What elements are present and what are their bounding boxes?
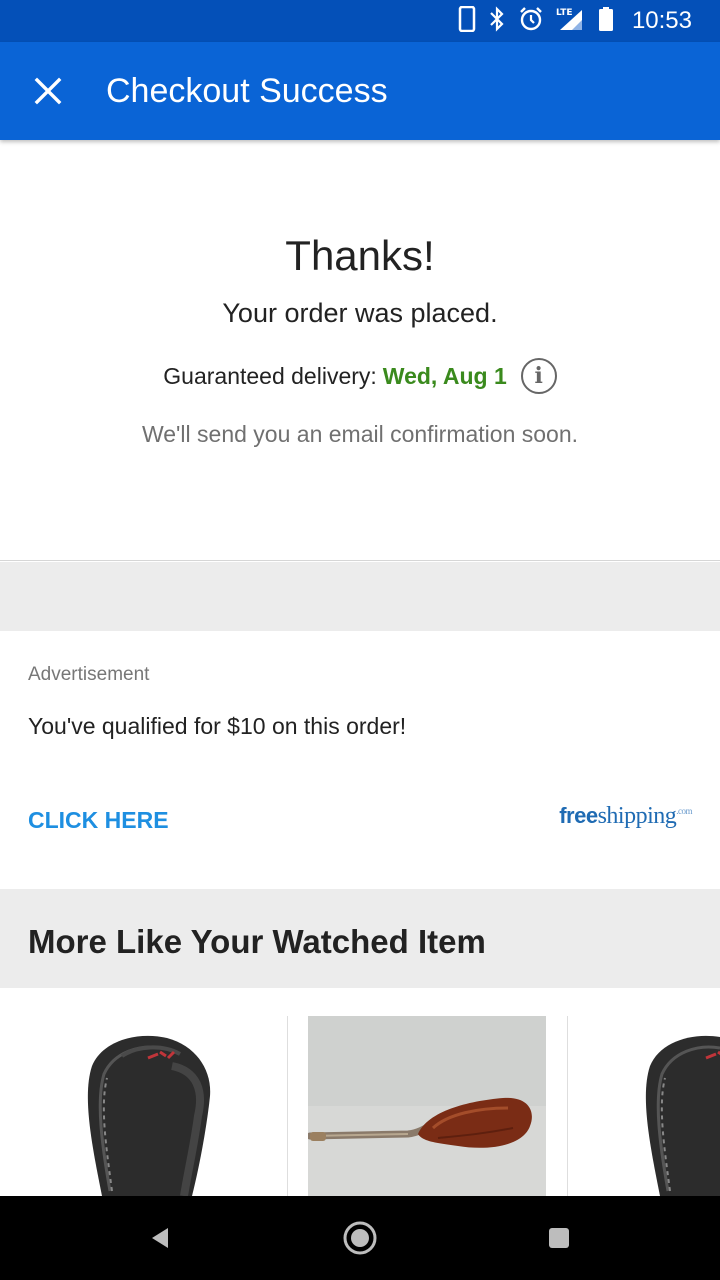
click-here-link[interactable]: CLICK HERE xyxy=(28,807,169,834)
phone-icon xyxy=(458,5,476,37)
email-note: We'll send you an email confirmation soo… xyxy=(141,421,579,447)
recommendations-carousel[interactable] xyxy=(0,988,720,1196)
freeshipping-logo[interactable]: freeshipping.com xyxy=(559,803,692,830)
delivery-row: Guaranteed delivery: Wed, Aug 1 i xyxy=(0,358,720,394)
card-divider xyxy=(567,1016,568,1196)
status-bar: LTE 10:53 xyxy=(0,0,720,42)
ad-message: You've qualified for $10 on this order! xyxy=(28,713,407,739)
product-image-wooden-knob[interactable] xyxy=(308,1016,546,1196)
section-divider xyxy=(0,562,720,631)
confirmation-panel: Thanks! Your order was placed. Guarantee… xyxy=(0,140,720,561)
battery-icon xyxy=(598,6,614,37)
bluetooth-icon xyxy=(488,5,506,37)
recents-icon[interactable] xyxy=(537,1216,581,1260)
product-image-leather-knob[interactable] xyxy=(62,1016,242,1196)
svg-text:LTE: LTE xyxy=(556,8,573,18)
delivery-date: Wed, Aug 1 xyxy=(382,362,507,389)
signal-icon: LTE xyxy=(556,6,586,37)
page-title: Checkout Success xyxy=(106,72,388,110)
system-nav-bar xyxy=(0,1196,720,1280)
status-time: 10:53 xyxy=(631,7,692,34)
ad-label: Advertisement xyxy=(28,664,150,685)
back-icon[interactable] xyxy=(138,1216,182,1260)
advertisement-card: Advertisement You've qualified for $10 o… xyxy=(0,631,720,889)
delivery-label: Guaranteed delivery: xyxy=(163,362,377,389)
recommendations-title: More Like Your Watched Item xyxy=(28,923,486,960)
app-bar: Checkout Success xyxy=(0,42,720,140)
alarm-icon xyxy=(518,6,544,37)
order-placed-message: Your order was placed. xyxy=(222,298,498,328)
recommendations-header: More Like Your Watched Item xyxy=(0,889,720,988)
product-image-leather-knob[interactable] xyxy=(620,1016,720,1196)
close-icon[interactable] xyxy=(28,71,68,111)
info-icon[interactable]: i xyxy=(520,358,557,394)
home-icon[interactable] xyxy=(338,1216,382,1260)
card-divider xyxy=(287,1016,288,1196)
thanks-heading: Thanks! xyxy=(285,232,435,279)
